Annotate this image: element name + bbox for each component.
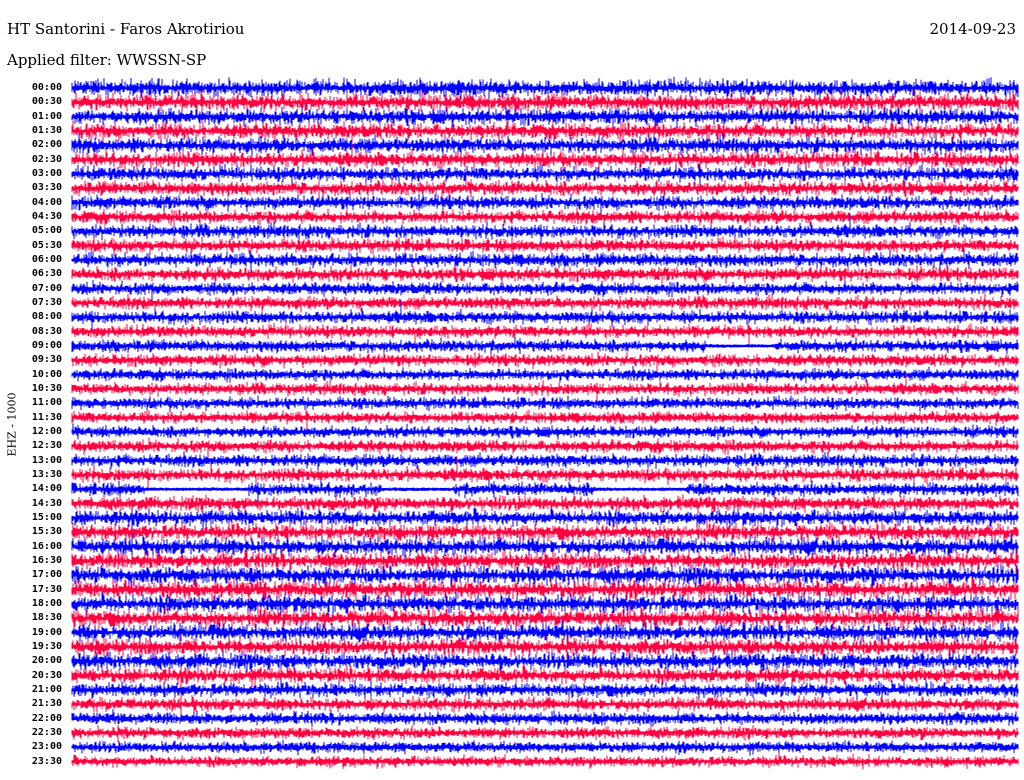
trace-row-2100 [71, 678, 1019, 700]
trace-row-1200 [71, 423, 1019, 440]
trace-row-2330 [71, 753, 1019, 770]
trace-row-0700 [71, 280, 1019, 302]
trace-row-0900 [71, 336, 1019, 355]
trace-row-0730 [71, 293, 1019, 313]
trace-row-1300 [71, 451, 1019, 470]
trace-row-2300 [71, 739, 1019, 756]
trace-row-2130 [71, 693, 1019, 715]
helicorder-plot [71, 76, 1019, 770]
trace-row-1500 [71, 507, 1019, 530]
trace-row-0100 [71, 105, 1019, 129]
trace-row-1100 [71, 395, 1019, 413]
trace-row-1900 [71, 620, 1019, 644]
trace-row-2200 [71, 709, 1019, 727]
trace-row-1230 [71, 437, 1019, 460]
trace-row-0630 [71, 264, 1019, 285]
trace-row-0430 [71, 207, 1019, 227]
trace-row-1430 [71, 494, 1019, 514]
trace-row-2230 [71, 724, 1019, 743]
trace-row-0930 [71, 351, 1019, 374]
trace-row-1000 [71, 366, 1019, 384]
